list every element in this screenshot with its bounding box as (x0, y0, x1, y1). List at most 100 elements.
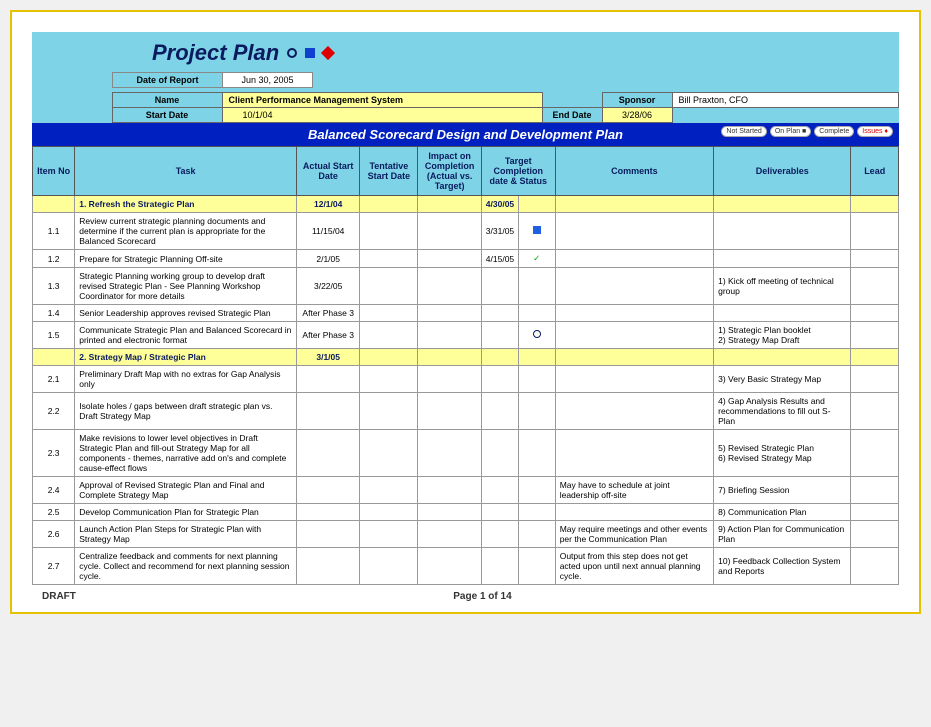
cell-task: Communicate Strategic Plan and Balanced … (75, 322, 297, 349)
cell-target-date (481, 268, 518, 305)
cell-status (518, 196, 555, 213)
footer: DRAFT Page 1 of 14 (32, 585, 899, 602)
cell-lead (851, 366, 899, 393)
cell-target-date (481, 349, 518, 366)
table-row: 1.5Communicate Strategic Plan and Balanc… (33, 322, 899, 349)
cell-tentative-start (360, 196, 418, 213)
name-label: Name (112, 93, 222, 108)
page-indicator: Page 1 of 14 (453, 591, 511, 602)
cell-tentative-start (360, 504, 418, 521)
cell-tentative-start (360, 349, 418, 366)
cell-item: 2.3 (33, 430, 75, 477)
project-name: Client Performance Management System (222, 93, 542, 108)
cell-actual-start (297, 548, 360, 585)
cell-status (518, 548, 555, 585)
cell-status: ✓ (518, 250, 555, 268)
cell-deliverables: 10) Feedback Collection System and Repor… (714, 548, 851, 585)
cell-item: 1.3 (33, 268, 75, 305)
table-row: 2.5Develop Communication Plan for Strate… (33, 504, 899, 521)
cell-impact (418, 393, 481, 430)
table-row: 2.2Isolate holes / gaps between draft st… (33, 393, 899, 430)
report-date-block: Date of Report Jun 30, 2005 (112, 72, 313, 88)
cell-status (518, 322, 555, 349)
cell-actual-start: 2/1/05 (297, 250, 360, 268)
start-date-value: 10/1/04 (222, 108, 542, 123)
section-row: 2. Strategy Map / Strategic Plan3/1/05 (33, 349, 899, 366)
legend-not-started: Not Started (721, 126, 766, 137)
section-row: 1. Refresh the Strategic Plan12/1/04 4/30… (33, 196, 899, 213)
cell-deliverables (714, 196, 851, 213)
cell-deliverables (714, 213, 851, 250)
cell-comments (555, 430, 713, 477)
cell-tentative-start (360, 393, 418, 430)
cell-comments (555, 250, 713, 268)
cell-comments: May require meetings and other events pe… (555, 521, 713, 548)
cell-impact (418, 548, 481, 585)
cell-lead (851, 477, 899, 504)
sponsor-label: Sponsor (602, 93, 672, 108)
cell-target-date: 3/31/05 (481, 213, 518, 250)
cell-comments (555, 196, 713, 213)
cell-target-date: 4/15/05 (481, 250, 518, 268)
cell-lead (851, 548, 899, 585)
title-row: Project Plan (32, 40, 899, 66)
circle-icon (287, 48, 297, 58)
header-row: Item No Task Actual Start Date Tentative… (33, 147, 899, 196)
col-tentative-start: Tentative Start Date (360, 147, 418, 196)
cell-task: Review current strategic planning docume… (75, 213, 297, 250)
end-date-label: End Date (542, 108, 602, 123)
cell-deliverables: 3) Very Basic Strategy Map (714, 366, 851, 393)
cell-deliverables: 1) Strategic Plan booklet 2) Strategy Ma… (714, 322, 851, 349)
cell-status (518, 213, 555, 250)
cell-tentative-start (360, 548, 418, 585)
cell-status (518, 521, 555, 548)
section-title: Balanced Scorecard Design and Developmen… (308, 127, 623, 142)
report-date-value: Jun 30, 2005 (223, 73, 313, 88)
cell-actual-start: 12/1/04 (297, 196, 360, 213)
table-row: 1.3Strategic Planning working group to d… (33, 268, 899, 305)
cell-impact (418, 430, 481, 477)
cell-tentative-start (360, 477, 418, 504)
cell-actual-start (297, 477, 360, 504)
cell-impact (418, 268, 481, 305)
cell-deliverables: 9) Action Plan for Communication Plan (714, 521, 851, 548)
table-row: 2.7Centralize feedback and comments for … (33, 548, 899, 585)
cell-lead (851, 305, 899, 322)
col-actual-start: Actual Start Date (297, 147, 360, 196)
cell-task: Make revisions to lower level objectives… (75, 430, 297, 477)
status-legend: Not Started On Plan ■ Complete Issues ♦ (721, 126, 893, 137)
draft-label: DRAFT (42, 591, 76, 602)
cell-comments (555, 268, 713, 305)
cell-status (518, 349, 555, 366)
cell-target-date (481, 548, 518, 585)
cell-impact (418, 322, 481, 349)
cell-deliverables: 8) Communication Plan (714, 504, 851, 521)
cell-status (518, 393, 555, 430)
status-check-icon: ✓ (533, 253, 540, 263)
table-row: 2.6Launch Action Plan Steps for Strategi… (33, 521, 899, 548)
cell-item: 2.7 (33, 548, 75, 585)
cell-impact (418, 366, 481, 393)
cell-lead (851, 504, 899, 521)
end-date-value: 3/28/06 (602, 108, 672, 123)
cell-task: 1. Refresh the Strategic Plan (75, 196, 297, 213)
cell-target-date (481, 521, 518, 548)
cell-lead (851, 213, 899, 250)
cell-deliverables (714, 250, 851, 268)
cell-lead (851, 393, 899, 430)
section-title-bar: Balanced Scorecard Design and Developmen… (32, 123, 899, 146)
cell-task: Approval of Revised Strategic Plan and F… (75, 477, 297, 504)
cell-actual-start: 3/1/05 (297, 349, 360, 366)
cell-item (33, 349, 75, 366)
cell-tentative-start (360, 430, 418, 477)
cell-target-date (481, 430, 518, 477)
cell-impact (418, 349, 481, 366)
cell-target-date (481, 305, 518, 322)
cell-status (518, 477, 555, 504)
cell-actual-start (297, 366, 360, 393)
col-impact: Impact on Completion (Actual vs. Target) (418, 147, 481, 196)
cell-tentative-start (360, 250, 418, 268)
table-row: 1.2Prepare for Strategic Planning Off-si… (33, 250, 899, 268)
cell-target-date: 4/30/05 (481, 196, 518, 213)
cell-item (33, 196, 75, 213)
